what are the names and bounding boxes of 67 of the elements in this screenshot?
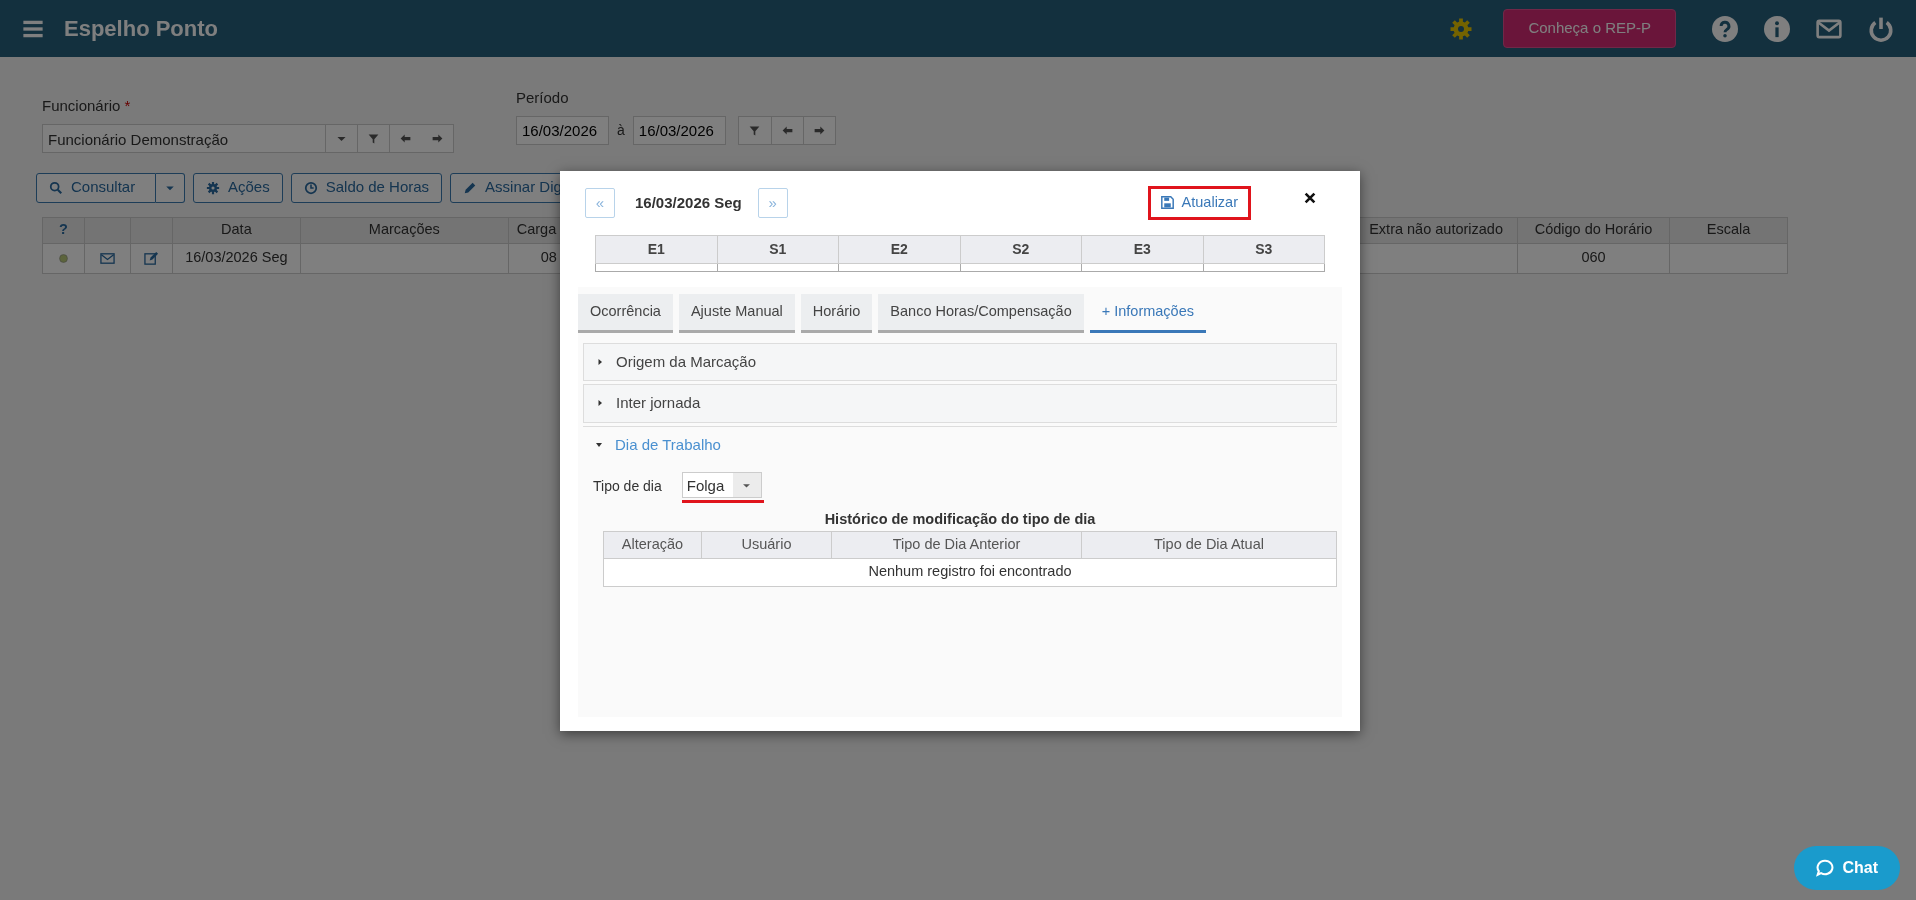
dropdown-button[interactable] <box>156 172 185 203</box>
chat-button[interactable]: Chat <box>1794 846 1900 890</box>
filter-icon[interactable] <box>367 131 380 145</box>
modal-date: 16/03/2026 Seg <box>635 192 742 213</box>
filter-icon[interactable] <box>748 123 762 137</box>
column-header: Carga <box>516 221 557 238</box>
date-field[interactable]: 16/03/2026 <box>516 115 609 145</box>
chat-bubble-icon <box>1816 859 1835 877</box>
accordion-header[interactable]: Dia de Trabalho <box>583 425 1337 463</box>
tab[interactable]: Horário <box>800 293 873 333</box>
promo-button[interactable]: Conheça o REP-P <box>1503 9 1676 48</box>
info-icon[interactable] <box>1764 15 1790 42</box>
pencil-icon <box>463 180 478 195</box>
accordion-header[interactable]: Origem da Marcação <box>583 342 1337 381</box>
tab[interactable]: + Informações <box>1089 293 1206 333</box>
action-button[interactable]: Saldo de Horas <box>290 172 443 203</box>
clock-icon <box>303 180 318 195</box>
column-header: Usuário <box>741 535 792 552</box>
close-icon[interactable] <box>1303 190 1317 205</box>
table-cell: 08 <box>540 249 557 266</box>
table-cell: 060 <box>1581 249 1606 266</box>
column-header: Tipo de Dia Anterior <box>892 535 1021 552</box>
search-icon <box>49 180 63 195</box>
separator-text: à <box>617 120 625 140</box>
field-label: Tipo de dia <box>593 477 662 496</box>
empty-message: Nenhum registro foi encontrado <box>868 563 1072 580</box>
table-title: Histórico de modificação do tipo de dia <box>823 510 1097 529</box>
action-button[interactable]: Consultar <box>36 172 156 203</box>
column-header: E2 <box>890 240 908 257</box>
caret-right-icon <box>596 357 604 366</box>
day-type-select[interactable]: Folga <box>681 472 762 498</box>
column-header: Alteração <box>621 535 684 552</box>
mail-icon[interactable] <box>99 250 115 266</box>
settings-icon[interactable] <box>1449 16 1474 41</box>
employee-select[interactable]: Funcionário Demonstração <box>42 123 454 153</box>
required-mark: * <box>124 97 131 114</box>
column-header: Escala <box>1706 221 1751 238</box>
help-text: ? <box>59 221 68 238</box>
action-button[interactable]: Ações <box>193 172 283 203</box>
status-dot-icon <box>59 253 68 263</box>
caret-down-icon <box>595 440 603 449</box>
edit-icon[interactable] <box>143 250 159 266</box>
column-header: Tipo de Dia Atual <box>1154 535 1264 552</box>
help-icon[interactable] <box>1712 15 1738 42</box>
column-header: S2 <box>1012 240 1030 257</box>
save-icon <box>1160 196 1174 210</box>
page-title: Espelho Ponto <box>64 15 218 43</box>
accordion-header[interactable]: Inter jornada <box>583 384 1337 423</box>
caret-right-icon <box>596 399 604 408</box>
column-header: Extra não autorizado <box>1369 221 1503 238</box>
tab[interactable]: Ajuste Manual <box>678 293 795 333</box>
field-label: Funcionário * <box>42 96 132 116</box>
gear-icon <box>206 180 220 195</box>
tab[interactable]: Banco Horas/Compensação <box>878 293 1084 333</box>
column-header: Data <box>221 221 252 238</box>
table-cell: 16/03/2026 Seg <box>185 249 288 266</box>
field-label: Período <box>516 88 570 108</box>
tab[interactable]: Ocorrência <box>578 293 673 333</box>
column-header: E3 <box>1133 240 1151 257</box>
update-button[interactable]: Atualizar <box>1147 186 1251 220</box>
column-header: Código do Horário <box>1534 221 1653 238</box>
column-header: E1 <box>647 240 665 257</box>
column-header: Marcações <box>368 221 440 238</box>
date-field[interactable]: 16/03/2026 <box>632 115 726 145</box>
column-header: S3 <box>1255 240 1273 257</box>
column-header: S1 <box>769 240 787 257</box>
power-icon[interactable] <box>1868 15 1894 42</box>
